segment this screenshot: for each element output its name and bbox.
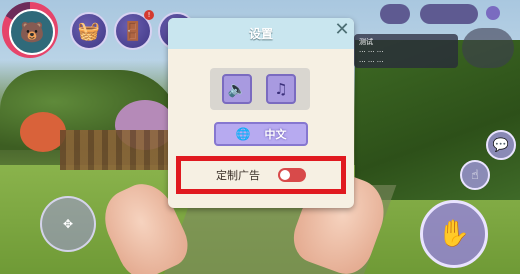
- dialog-title: 设置: [248, 27, 273, 41]
- wardrobe-icon: 🚪: [121, 20, 145, 42]
- gift-button[interactable]: [380, 4, 410, 24]
- currency-bar[interactable]: [420, 4, 478, 24]
- chat-line: ··· ··· ···: [359, 48, 384, 56]
- custom-ads-label: 定制广告: [216, 169, 260, 182]
- grab-button[interactable]: ☝: [460, 160, 490, 190]
- globe-icon: 🌐: [235, 127, 251, 141]
- movement-joystick[interactable]: ✥: [40, 196, 96, 252]
- sound-effects-button[interactable]: 🔈: [222, 74, 252, 104]
- chat-line: ··· ··· ···: [359, 58, 384, 66]
- dialog-header: 设置: [168, 18, 354, 49]
- custom-ads-toggle[interactable]: [278, 168, 306, 182]
- music-button[interactable]: ♫: [266, 74, 296, 104]
- npc-avatar-card[interactable]: [462, 28, 514, 68]
- hand-icon: ☝: [471, 167, 479, 183]
- close-button[interactable]: ✕: [332, 18, 352, 40]
- dpad-icon: ✥: [62, 217, 74, 231]
- settings-gear-icon[interactable]: [486, 6, 500, 20]
- chat-bubble-button[interactable]: 💬: [486, 130, 516, 160]
- language-label: 中文: [264, 128, 287, 141]
- wave-button[interactable]: ✋: [420, 200, 488, 268]
- toggle-knob: [280, 170, 290, 180]
- custom-ads-row: 定制广告: [176, 156, 346, 194]
- chat-line: 测试: [359, 38, 373, 46]
- wave-hand-icon: ✋: [437, 219, 471, 249]
- notification-badge: !: [144, 10, 154, 20]
- chat-icon: 💬: [492, 137, 510, 153]
- player-avatar[interactable]: 🐻: [9, 9, 55, 55]
- language-button[interactable]: 🌐 中文: [214, 122, 308, 146]
- settings-dialog: 设置 ✕ 🔈 ♫ 🌐 中文 定制广告: [168, 18, 354, 208]
- basket-icon: 🧺: [77, 20, 101, 42]
- game-viewport: 🐻 🧺 🚪 ! 测试 ··· ··· ··· ··· ··· ··· ✥ 💬 ☝…: [0, 0, 520, 274]
- music-note-icon: ♫: [274, 80, 288, 98]
- shop-basket-button[interactable]: 🧺: [70, 12, 108, 50]
- close-icon: ✕: [334, 18, 350, 40]
- speaker-icon: 🔈: [227, 80, 247, 98]
- chat-panel: 测试 ··· ··· ··· ··· ··· ···: [354, 34, 458, 68]
